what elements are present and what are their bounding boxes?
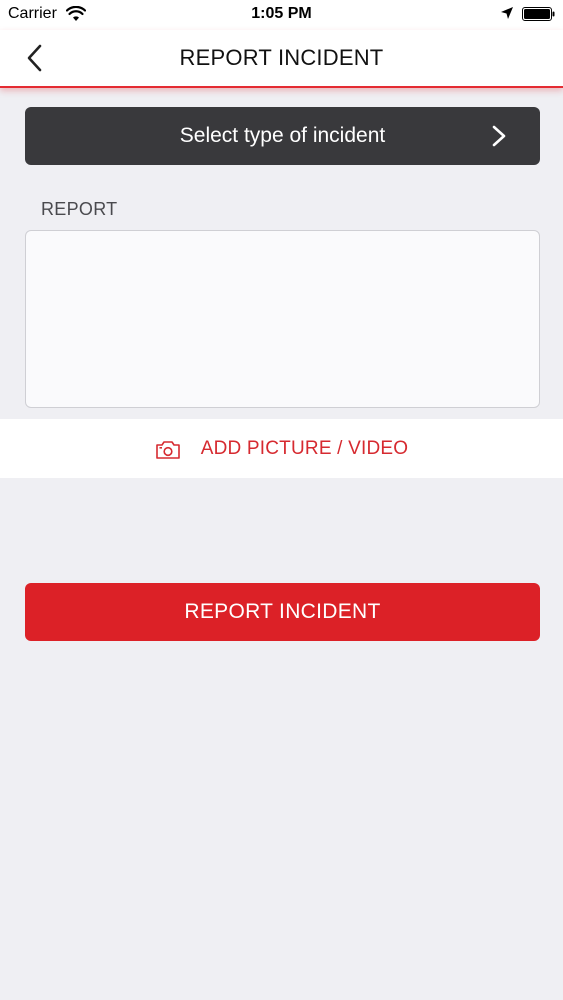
camera-icon	[155, 440, 180, 459]
add-picture-video-label: ADD PICTURE / VIDEO	[200, 437, 409, 459]
incident-type-label: Select type of incident	[179, 124, 386, 147]
report-label: REPORT	[41, 199, 118, 219]
report-incident-button[interactable]: REPORT INCIDENT	[25, 583, 540, 641]
report-textarea[interactable]	[25, 230, 540, 408]
page-title: REPORT INCIDENT	[179, 45, 384, 70]
chevron-right-icon	[492, 125, 506, 147]
incident-type-select[interactable]: Select type of incident	[25, 107, 540, 165]
media-bar: ADD PICTURE / VIDEO	[0, 419, 563, 478]
location-arrow-icon	[501, 7, 513, 19]
battery-icon	[522, 7, 555, 21]
status-time: 1:05 PM	[251, 5, 312, 22]
add-picture-video-button[interactable]: ADD PICTURE / VIDEO	[0, 419, 563, 478]
navigation-bar: REPORT INCIDENT	[0, 30, 563, 88]
status-bar: Carrier 1:05 PM	[0, 0, 563, 30]
